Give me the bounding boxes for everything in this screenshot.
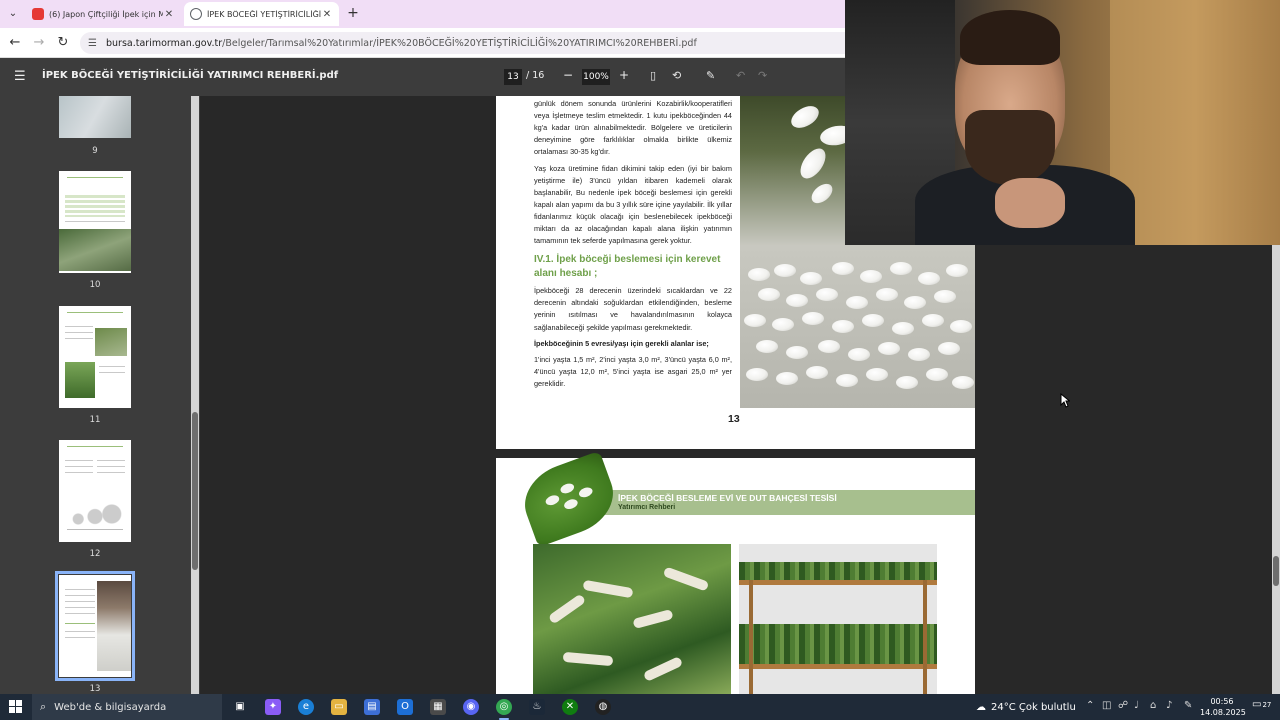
reload-button[interactable]: ↻ [54,34,72,52]
search-icon: ⌕ [40,700,47,713]
thumbnail-label: 9 [92,146,98,156]
url-host: bursa.tarimorman.gov.tr [106,37,223,49]
tab-pdf[interactable]: İPEK BÖCEĞİ YETİŞTİRİCİLİĞİ Ya ✕ [184,2,339,26]
taskbar: ⌕ Web'de & bilgisayarda ▣ ✦ e ▭ ▤ O ▦ ◉ … [0,694,1280,720]
redo-icon[interactable]: ↷ [758,69,767,82]
new-tab-button[interactable]: + [344,4,362,22]
tab-search-icon[interactable]: ⌄ [4,5,22,23]
tab-title: (6) Japon Çiftçiliği İpek için Mily [49,9,163,19]
webcam-background [1110,0,1280,245]
notification-count: 27 [1262,701,1272,709]
tab-title: İPEK BÖCEĞİ YETİŞTİRİCİLİĞİ Ya [207,9,321,19]
xbox-icon[interactable]: ✕ [562,699,578,715]
page-total: / 16 [526,70,545,81]
section-heading: IV.1. İpek böceği beslemesi için kerevet… [534,254,721,280]
thumbnail-page-10[interactable] [59,171,131,273]
annotate-icon[interactable]: ✎ [706,69,715,82]
file-explorer-icon[interactable]: ▭ [331,699,347,715]
thumbnail-label: 11 [89,415,101,425]
undo-icon[interactable]: ↶ [736,69,745,82]
clock-date: 14.08.2025 [1200,708,1246,717]
clock-time: 00:56 [1210,697,1234,706]
webcam-person [995,178,1065,228]
thumbnail-label: 12 [89,549,101,559]
youtube-favicon-icon [32,8,44,20]
search-placeholder: Web'de & bilgisayarda [54,701,167,713]
browser-toolbar: ← → ↻ ☰ bursa.tarimorman.gov.tr/Belgeler… [0,28,845,58]
silkworm-photo [533,544,731,694]
thumbnail-label: 10 [89,280,101,290]
paragraph: İpekböceği 28 derecenin üzerindeki sıcak… [534,286,732,332]
thumbnail-sidebar: 9 10 11 12 13 [0,96,200,694]
chevron-up-icon[interactable]: ⌃ [1086,700,1094,711]
feeding-tray-photo [739,544,937,694]
page-header-title: İPEK BÖCEĞİ BESLEME EVİ VE DUT BAHÇESİ T… [618,493,837,503]
weather-text: 24°C Çok bulutlu [991,701,1076,713]
fit-page-icon[interactable]: ▯ [650,69,656,82]
windows-start-icon[interactable] [9,700,23,714]
page-number-input[interactable]: 13 [504,69,522,85]
pdf-title: İPEK BÖCEĞİ YETİŞTİRİCİLİĞİ YATIRIMCI RE… [42,70,339,81]
edge-icon[interactable]: e [298,699,314,715]
store-icon[interactable]: ▤ [364,699,380,715]
webcam-person [960,10,1060,65]
thumbnail-page-11[interactable] [59,306,131,408]
tray-app-icon[interactable]: ◫ [1102,700,1111,711]
obs-icon[interactable]: ◍ [595,699,611,715]
system-clock[interactable]: 00:56 14.08.2025 [1200,696,1246,718]
thumbnail-page-9[interactable] [59,96,131,138]
weather-widget[interactable]: ☁ 24°C Çok bulutlu [976,694,1076,720]
chrome-icon[interactable]: ◎ [496,699,512,720]
task-view-icon[interactable]: ▣ [232,699,248,715]
sidebar-menu-icon[interactable]: ☰ [14,69,26,84]
document-scroll-thumb[interactable] [1273,556,1279,586]
paragraph: ve 40 günlük koza örme dönemi olmak üzer… [534,99,732,157]
network-icon[interactable]: ⌂ [1150,700,1156,711]
forward-button[interactable]: → [30,34,48,52]
photos-icon[interactable]: ▦ [430,699,446,715]
thumbnail-page-12[interactable] [59,440,131,542]
pdf-page-14: İPEK BÖCEĞİ BESLEME EVİ VE DUT BAHÇESİ T… [496,450,975,694]
close-tab-icon[interactable]: ✕ [163,9,175,20]
webcam-person [965,110,1055,185]
page-13-text-column: ve 40 günlük koza örme dönemi olmak üzer… [534,96,732,394]
page-number: 13 [728,413,740,425]
tab-strip: ⌄ (6) Japon Çiftçiliği İpek için Mily ✕ … [0,0,845,28]
microphone-icon[interactable]: ♩ [1134,700,1139,711]
bold-line: İpekböceğinin 5 evresi/yaşı için gerekli… [534,338,709,348]
thumbnail-label: 13 [89,684,101,694]
notification-center-icon[interactable]: ▭27 [1252,699,1271,710]
outlook-icon[interactable]: O [397,699,413,715]
discord-icon[interactable]: ◉ [463,699,479,715]
sidebar-scrollbar[interactable] [191,96,199,694]
zoom-in-button[interactable]: + [619,68,629,82]
tab-youtube[interactable]: (6) Japon Çiftçiliği İpek için Mily ✕ [26,2,181,26]
paragraph: 1'inci yaşta 1,5 m², 2'inci yaşta 3,0 m²… [534,354,732,388]
paragraph: Yaş koza üretimine fidan dikimini takip … [534,163,732,246]
back-button[interactable]: ← [6,34,24,52]
close-tab-icon[interactable]: ✕ [321,9,333,20]
copilot-icon[interactable]: ✦ [265,699,281,715]
taskbar-search-box[interactable]: ⌕ Web'de & bilgisayarda [32,694,222,720]
zoom-input[interactable]: 100% [582,69,610,85]
webcam-overlay [845,0,1280,245]
address-bar[interactable]: ☰ bursa.tarimorman.gov.tr/Belgeler/Tarım… [80,32,845,54]
rotate-icon[interactable]: ⟲ [672,69,681,82]
mouse-cursor-icon [1060,393,1070,408]
url-path: /Belgeler/Tarımsal%20Yatırımlar/İPEK%20B… [222,37,697,49]
pen-icon[interactable]: ✎ [1184,700,1192,711]
sidebar-scroll-thumb[interactable] [192,412,198,570]
zoom-out-button[interactable]: − [563,68,573,82]
cloudy-weather-icon: ☁ [976,701,986,713]
thumbnail-page-13[interactable] [55,571,135,681]
volume-icon[interactable]: ♪ [1166,700,1172,711]
tray-app-icon[interactable]: ☍ [1118,700,1128,711]
globe-favicon-icon [190,8,202,20]
site-info-icon[interactable]: ☰ [88,38,100,49]
mulberry-leaf-logo [514,450,624,548]
page-header-subtitle: Yatırımcı Rehberi [618,504,676,511]
steam-icon[interactable]: ♨ [529,699,545,715]
